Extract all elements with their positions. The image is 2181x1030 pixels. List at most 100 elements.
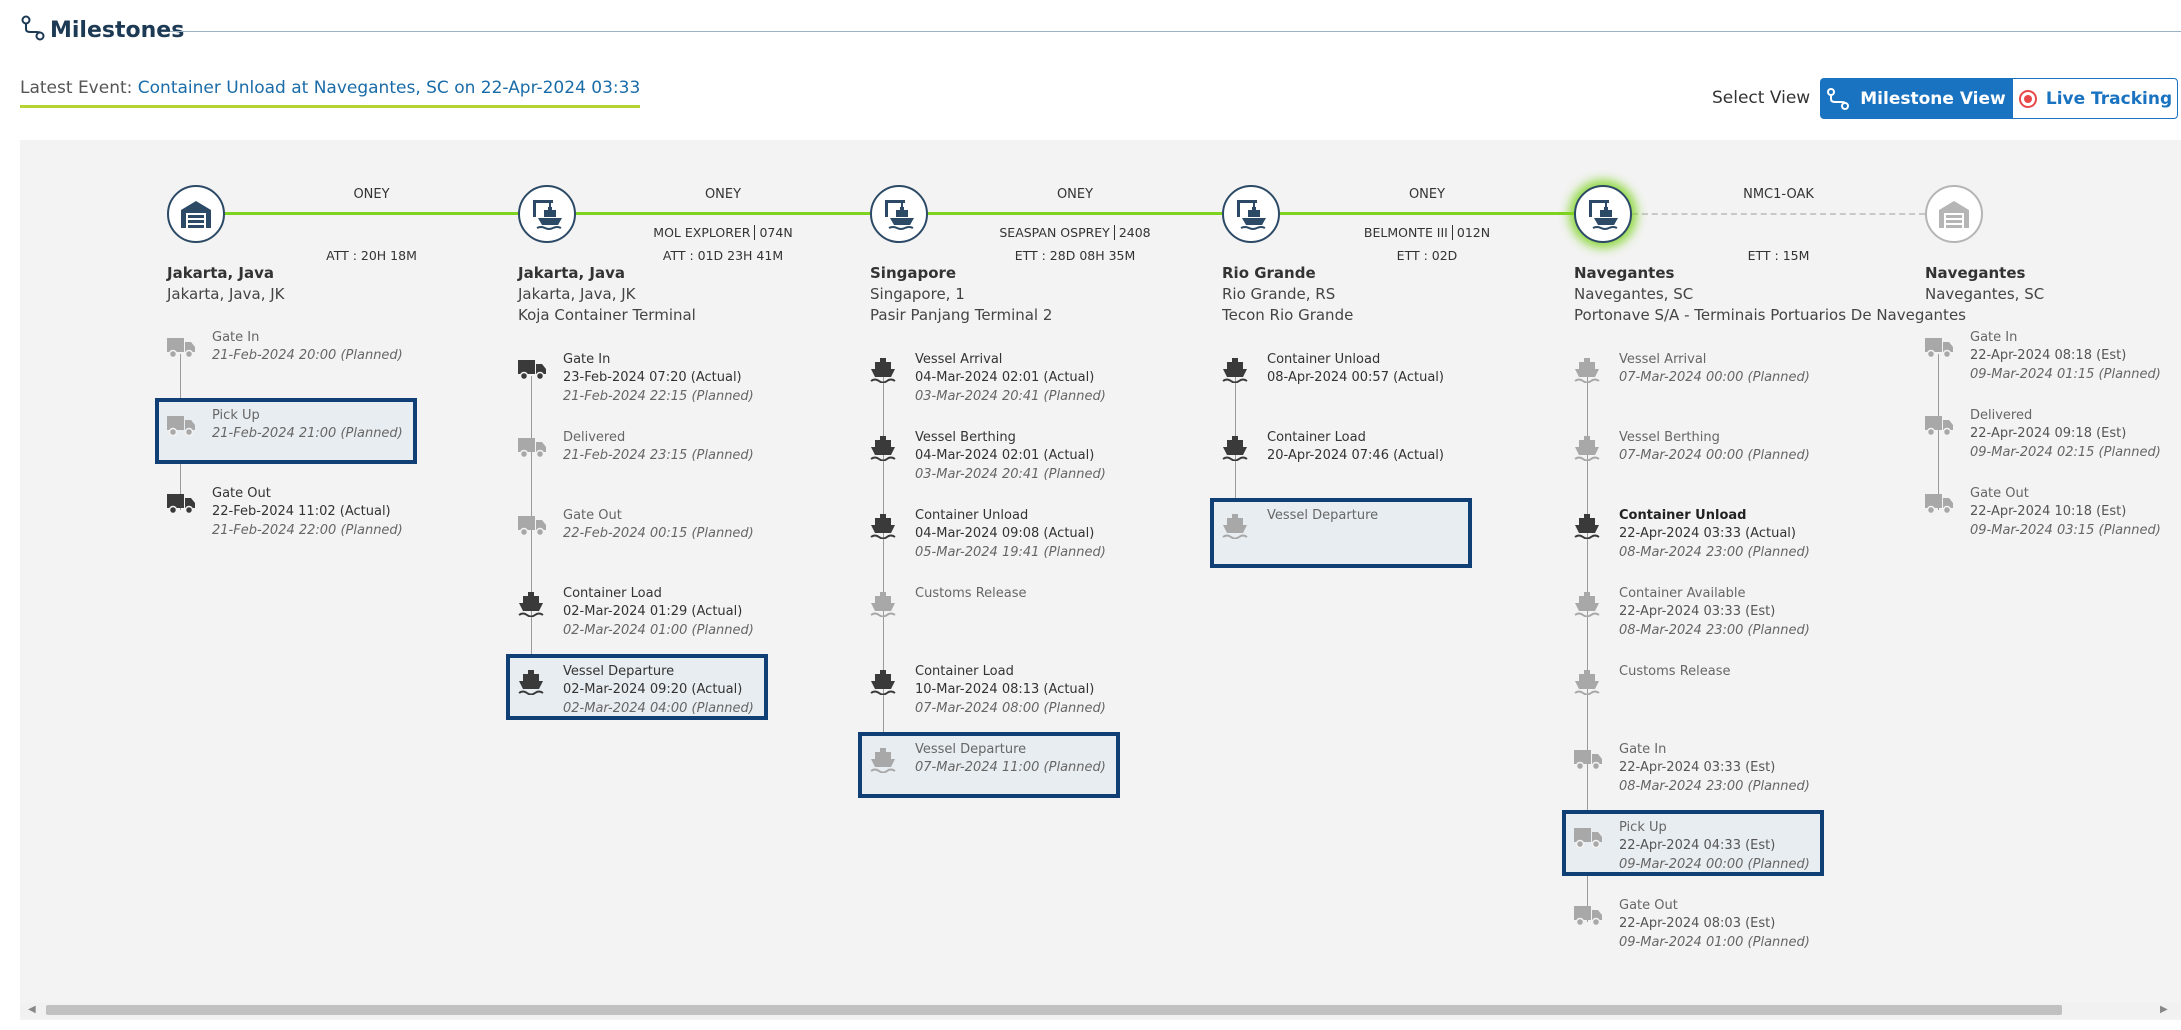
crane-icon	[885, 200, 914, 230]
warehouse-icon	[181, 201, 211, 228]
planned-time: 07-Mar-2024 08:00 (Planned)	[915, 701, 1106, 716]
event-time: 22-Feb-2024 11:02 (Actual)	[212, 504, 391, 519]
event-icon	[869, 747, 899, 774]
event-icon	[1221, 513, 1251, 540]
event-title: Pick Up	[1619, 820, 1667, 835]
event-title: Vessel Departure	[915, 742, 1027, 757]
location-target-icon	[2018, 89, 2037, 108]
location-region: Navegantes, SC	[1925, 285, 2045, 303]
truck-icon	[167, 494, 195, 515]
transit-time-label: ATT : 01D 23H 41M	[662, 248, 784, 263]
event-icon	[869, 591, 899, 618]
event-icon	[869, 435, 899, 462]
location-node[interactable]	[1574, 185, 1632, 243]
transit-time-label: ETT : 15M	[1747, 248, 1810, 263]
route-segment	[225, 212, 518, 215]
latest-event-value[interactable]: Container Unload at Navegantes, SC on 22…	[138, 78, 641, 98]
route-segment	[928, 212, 1222, 215]
event-time: 22-Apr-2024 09:18 (Est)	[1970, 426, 2127, 441]
crane-icon	[533, 200, 562, 230]
ship-icon	[870, 592, 896, 618]
event-time: 22-Apr-2024 03:33 (Est)	[1619, 760, 1776, 775]
event-title: Container Available	[1619, 586, 1746, 601]
event-title: Container Load	[563, 586, 662, 601]
scroll-left-arrow-icon[interactable]: ◀	[28, 1004, 36, 1015]
location-node[interactable]	[870, 185, 928, 243]
ship-icon	[1574, 592, 1600, 618]
scroll-right-arrow-icon[interactable]: ▶	[2160, 1004, 2168, 1015]
planned-time: 21-Feb-2024 22:15 (Planned)	[563, 389, 754, 404]
event-time: 04-Mar-2024 02:01 (Actual)	[915, 448, 1095, 463]
ship-icon	[870, 436, 896, 462]
crane-icon	[1589, 200, 1618, 230]
carrier-label: ONEY	[1408, 187, 1446, 202]
planned-time: 21-Feb-2024 23:15 (Planned)	[563, 448, 754, 463]
event-icon	[166, 335, 196, 361]
milestone-view-button[interactable]: Milestone View	[1820, 78, 2012, 119]
planned-time: 02-Mar-2024 01:00 (Planned)	[563, 623, 754, 638]
location-node[interactable]	[1925, 185, 1983, 243]
event-title: Vessel Departure	[1267, 508, 1379, 523]
planned-time: 03-Mar-2024 20:41 (Planned)	[915, 389, 1106, 404]
location-region: Jakarta, Java, JK	[518, 285, 636, 303]
planned-time: 22-Feb-2024 00:15 (Planned)	[563, 526, 754, 541]
transit-time-label: ATT : 20H 18M	[326, 248, 417, 263]
event-title: Gate Out	[1970, 486, 2029, 501]
event-title: Gate In	[1970, 330, 2018, 345]
event-title: Gate Out	[1619, 898, 1678, 913]
location-terminal: Pasir Panjang Terminal 2	[870, 306, 1053, 324]
event-title: Container Load	[915, 664, 1014, 679]
event-title: Container Unload	[915, 508, 1029, 523]
latest-event-label: Latest Event:	[20, 78, 133, 98]
ship-icon	[1574, 514, 1600, 540]
event-icon	[1221, 357, 1251, 384]
event-title: Vessel Departure	[563, 664, 675, 679]
location-node[interactable]	[1222, 185, 1280, 243]
event-icon	[1221, 435, 1251, 462]
event-icon	[1573, 903, 1603, 929]
event-icon	[1924, 491, 1954, 517]
event-time: 22-Apr-2024 03:33 (Est)	[1619, 604, 1776, 619]
vessel-name: SEASPAN OSPREY	[999, 225, 1110, 240]
event-time: 08-Apr-2024 00:57 (Actual)	[1267, 370, 1444, 385]
event-icon	[517, 513, 547, 539]
planned-time: 09-Mar-2024 00:00 (Planned)	[1619, 857, 1810, 872]
event-title: Delivered	[563, 430, 626, 445]
live-tracking-button[interactable]: Live Tracking	[2012, 78, 2178, 119]
location-node[interactable]	[518, 185, 576, 243]
event-icon	[1573, 591, 1603, 618]
truck-icon	[1925, 416, 1953, 437]
event-icon	[869, 669, 899, 696]
route-segment	[1632, 213, 1925, 215]
event-time: 04-Mar-2024 02:01 (Actual)	[915, 370, 1095, 385]
location-name: Jakarta, Java	[167, 264, 275, 282]
planned-time: 02-Mar-2024 04:00 (Planned)	[563, 701, 754, 716]
location-node[interactable]	[167, 185, 225, 243]
scrollbar-thumb[interactable]	[46, 1005, 2062, 1015]
planned-time: 09-Mar-2024 03:15 (Planned)	[1970, 523, 2161, 538]
event-icon	[869, 513, 899, 540]
route-icon	[1827, 87, 1850, 110]
location-name: Jakarta, Java	[518, 264, 626, 282]
event-icon	[517, 669, 547, 696]
separator	[1113, 225, 1115, 240]
ship-icon	[1574, 436, 1600, 462]
ship-icon	[1574, 670, 1600, 696]
event-title: Customs Release	[1619, 664, 1731, 679]
event-icon	[1573, 357, 1603, 384]
ship-icon	[870, 748, 896, 774]
event-icon	[1573, 513, 1603, 540]
event-icon	[166, 413, 196, 439]
truck-icon	[1574, 750, 1602, 771]
event-icon	[869, 357, 899, 384]
event-icon	[1573, 669, 1603, 696]
event-title: Container Unload	[1267, 352, 1381, 367]
carrier-label: ONEY	[704, 187, 742, 202]
location-region: Jakarta, Java, JK	[167, 285, 285, 303]
truck-icon	[1574, 828, 1602, 849]
event-icon	[1573, 435, 1603, 462]
latest-event: Latest Event: Container Unload at Navega…	[20, 78, 641, 108]
route-icon	[21, 15, 45, 41]
vessel-voyage-label: MOL EXPLORER 074N	[613, 225, 833, 240]
event-icon	[1573, 825, 1603, 851]
